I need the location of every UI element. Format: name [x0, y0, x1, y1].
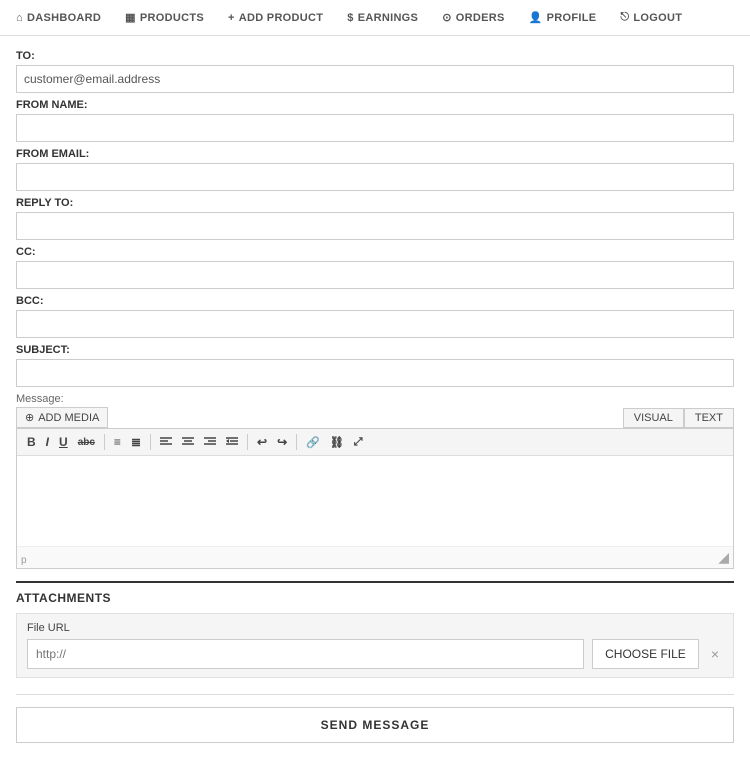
- products-icon: ▦: [125, 11, 136, 24]
- logout-icon: ⎋: [620, 11, 629, 24]
- toolbar-sep-4: [296, 434, 297, 450]
- message-editor-body[interactable]: [17, 456, 733, 546]
- unlink-button[interactable]: ⛓: [326, 434, 348, 451]
- nav-profile[interactable]: 👤 PROFILE: [529, 11, 597, 24]
- nav-add-product[interactable]: + ADD PRODUCT: [228, 12, 323, 24]
- toolbar-sep-2: [150, 434, 151, 450]
- visual-text-toggle: VISUAL TEXT: [623, 408, 734, 428]
- bcc-input[interactable]: [16, 310, 734, 338]
- align-center-button[interactable]: [178, 433, 198, 451]
- toolbar-sep-3: [247, 434, 248, 450]
- choose-file-button[interactable]: CHOOSE FILE: [592, 639, 699, 669]
- email-compose-form: TO: FROM NAME: FROM EMAIL: REPLY TO: CC:…: [0, 36, 750, 757]
- add-media-icon: ⊕: [25, 411, 34, 424]
- editor-bottom-bar: p ◢: [17, 546, 733, 568]
- file-url-label: File URL: [27, 622, 723, 634]
- nav-dashboard[interactable]: ⌂ DASHBOARD: [16, 12, 101, 24]
- add-media-button[interactable]: ⊕ ADD MEDIA: [16, 407, 108, 428]
- send-button-wrapper: SEND MESSAGE: [16, 694, 734, 743]
- message-field-group: Message: ⊕ ADD MEDIA VISUAL TEXT B I U a…: [16, 393, 734, 569]
- file-url-input[interactable]: [27, 639, 584, 669]
- attachments-section: ATTACHMENTS File URL CHOOSE FILE ×: [16, 581, 734, 678]
- to-label: TO:: [16, 50, 734, 62]
- reply-to-label: REPLY TO:: [16, 197, 734, 209]
- dashboard-icon: ⌂: [16, 12, 23, 24]
- cc-input[interactable]: [16, 261, 734, 289]
- orders-icon: ⊙: [442, 11, 452, 24]
- from-name-field-group: FROM NAME:: [16, 99, 734, 142]
- link-button[interactable]: 🔗: [302, 434, 324, 451]
- unordered-list-button[interactable]: ≡: [110, 433, 125, 451]
- from-name-input[interactable]: [16, 114, 734, 142]
- redo-button[interactable]: ↪: [273, 433, 291, 451]
- text-button[interactable]: TEXT: [684, 408, 734, 428]
- from-email-input[interactable]: [16, 163, 734, 191]
- bcc-label: BCC:: [16, 295, 734, 307]
- file-remove-button[interactable]: ×: [707, 646, 723, 662]
- nav-earnings[interactable]: $ EARNINGS: [347, 12, 418, 24]
- message-label: Message:: [16, 393, 734, 405]
- add-icon: +: [228, 12, 235, 24]
- bold-button[interactable]: B: [23, 433, 40, 451]
- editor-wrapper: B I U abc ≡ ≣: [16, 428, 734, 569]
- nav-logout[interactable]: ⎋ LOGOUT: [620, 11, 682, 24]
- subject-input[interactable]: [16, 359, 734, 387]
- fullscreen-button[interactable]: ⤢: [350, 434, 367, 451]
- from-name-label: FROM NAME:: [16, 99, 734, 111]
- attachments-title: ATTACHMENTS: [16, 591, 734, 605]
- profile-icon: 👤: [529, 11, 543, 24]
- ordered-list-button[interactable]: ≣: [127, 433, 145, 451]
- visual-button[interactable]: VISUAL: [623, 408, 684, 428]
- subject-label: SUBJECT:: [16, 344, 734, 356]
- nav-orders[interactable]: ⊙ ORDERS: [442, 11, 504, 24]
- from-email-field-group: FROM EMAIL:: [16, 148, 734, 191]
- cc-label: CC:: [16, 246, 734, 258]
- to-field-group: TO:: [16, 50, 734, 93]
- strikethrough-button[interactable]: abc: [74, 435, 99, 450]
- subject-field-group: SUBJECT:: [16, 344, 734, 387]
- editor-top-toolbar: ⊕ ADD MEDIA VISUAL TEXT: [16, 407, 734, 428]
- file-url-row: CHOOSE FILE ×: [27, 639, 723, 669]
- align-left-button[interactable]: [156, 433, 176, 451]
- send-message-button[interactable]: SEND MESSAGE: [16, 707, 734, 743]
- from-email-label: FROM EMAIL:: [16, 148, 734, 160]
- align-right-button[interactable]: [200, 433, 220, 451]
- resize-handle[interactable]: ◢: [718, 549, 729, 566]
- bcc-field-group: BCC:: [16, 295, 734, 338]
- nav-products[interactable]: ▦ PRODUCTS: [125, 11, 204, 24]
- reply-to-input[interactable]: [16, 212, 734, 240]
- reply-to-field-group: REPLY TO:: [16, 197, 734, 240]
- undo-button[interactable]: ↩: [253, 433, 271, 451]
- earnings-icon: $: [347, 12, 353, 24]
- italic-button[interactable]: I: [42, 433, 53, 451]
- cc-field-group: CC:: [16, 246, 734, 289]
- editor-toolbar: B I U abc ≡ ≣: [17, 429, 733, 456]
- indent-button[interactable]: [222, 433, 242, 451]
- to-input[interactable]: [16, 65, 734, 93]
- editor-tag-indicator: p: [21, 555, 27, 566]
- main-nav: ⌂ DASHBOARD ▦ PRODUCTS + ADD PRODUCT $ E…: [0, 0, 750, 36]
- underline-button[interactable]: U: [55, 433, 72, 451]
- attachments-inner: File URL CHOOSE FILE ×: [16, 613, 734, 678]
- toolbar-sep-1: [104, 434, 105, 450]
